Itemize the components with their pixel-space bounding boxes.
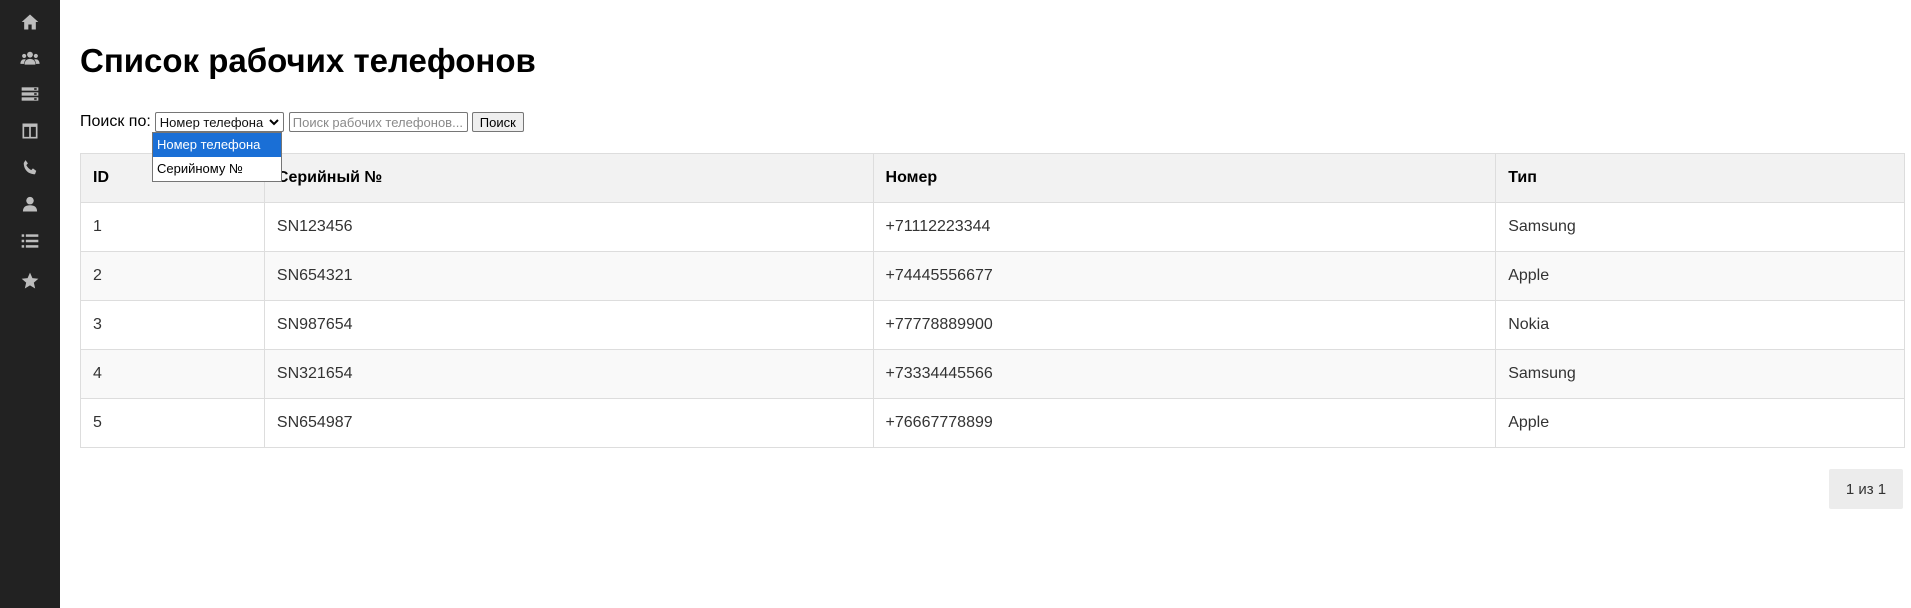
cell-serial: SN987654 (263, 300, 874, 350)
cell-type: Nokia (1495, 300, 1905, 350)
phones-table: ID Серийный № Номер Тип 1 SN123456 +7111… (80, 153, 1905, 448)
server-icon (21, 87, 39, 101)
cell-serial: SN654987 (263, 398, 874, 448)
phone-icon (23, 160, 37, 175)
sidebar-item-home[interactable] (0, 4, 60, 40)
cell-serial: SN654321 (263, 251, 874, 301)
sidebar-item-users[interactable] (0, 40, 60, 76)
search-button[interactable]: Поиск (471, 112, 524, 132)
search-bar: Поиск по: Номер телефона Поиск (80, 112, 524, 132)
cell-number: +76667778899 (872, 398, 1497, 448)
user-icon (22, 196, 38, 212)
sidebar-item-favorites[interactable] (0, 263, 60, 299)
cell-id: 3 (80, 300, 265, 350)
column-header-serial: Серийный № (263, 153, 874, 203)
search-label: Поиск по: (80, 113, 151, 130)
cell-id: 2 (80, 251, 265, 301)
users-icon (20, 51, 40, 65)
columns-icon (22, 123, 38, 139)
dropdown-option-phone-number[interactable]: Номер телефона (153, 133, 281, 157)
cell-number: +74445556677 (872, 251, 1497, 301)
cell-serial: SN321654 (263, 349, 874, 399)
table-row: 5 SN654987 +76667778899 Apple (80, 398, 1905, 448)
sidebar-item-user[interactable] (0, 186, 60, 222)
cell-type: Samsung (1495, 202, 1905, 252)
search-input[interactable] (288, 112, 468, 132)
sidebar-item-list[interactable] (0, 223, 60, 259)
cell-type: Samsung (1495, 349, 1905, 399)
table-header-row: ID Серийный № Номер Тип (80, 153, 1905, 203)
cell-serial: SN123456 (263, 202, 874, 252)
search-by-dropdown: Номер телефона Серийному № (152, 132, 282, 182)
sidebar (0, 0, 60, 608)
cell-type: Apple (1495, 251, 1905, 301)
cell-number: +73334445566 (872, 349, 1497, 399)
cell-number: +77778889900 (872, 300, 1497, 350)
table-row: 3 SN987654 +77778889900 Nokia (80, 300, 1905, 350)
column-header-number: Номер (872, 153, 1497, 203)
cell-id: 4 (80, 349, 265, 399)
search-by-select[interactable]: Номер телефона (154, 112, 284, 132)
sidebar-item-server[interactable] (0, 76, 60, 112)
sidebar-item-phones[interactable] (0, 150, 60, 186)
cell-id: 5 (80, 398, 265, 448)
pagination-indicator: 1 из 1 (1829, 469, 1903, 509)
table-row: 2 SN654321 +74445556677 Apple (80, 251, 1905, 301)
table-row: 4 SN321654 +73334445566 Samsung (80, 349, 1905, 399)
star-icon (21, 272, 39, 289)
dropdown-option-serial-number[interactable]: Серийному № (153, 157, 281, 181)
list-icon (21, 234, 39, 248)
column-header-type: Тип (1495, 153, 1905, 203)
chevron-down-icon (268, 115, 280, 129)
search-by-selected-value: Номер телефона (159, 114, 264, 130)
cell-id: 1 (80, 202, 265, 252)
cell-number: +71112223344 (872, 202, 1497, 252)
table-row: 1 SN123456 +71112223344 Samsung (80, 202, 1905, 252)
sidebar-item-columns[interactable] (0, 113, 60, 149)
home-icon (21, 14, 39, 30)
cell-type: Apple (1495, 398, 1905, 448)
pagination-text: 1 из 1 (1845, 480, 1887, 498)
page-title: Список рабочих телефонов (80, 42, 536, 79)
